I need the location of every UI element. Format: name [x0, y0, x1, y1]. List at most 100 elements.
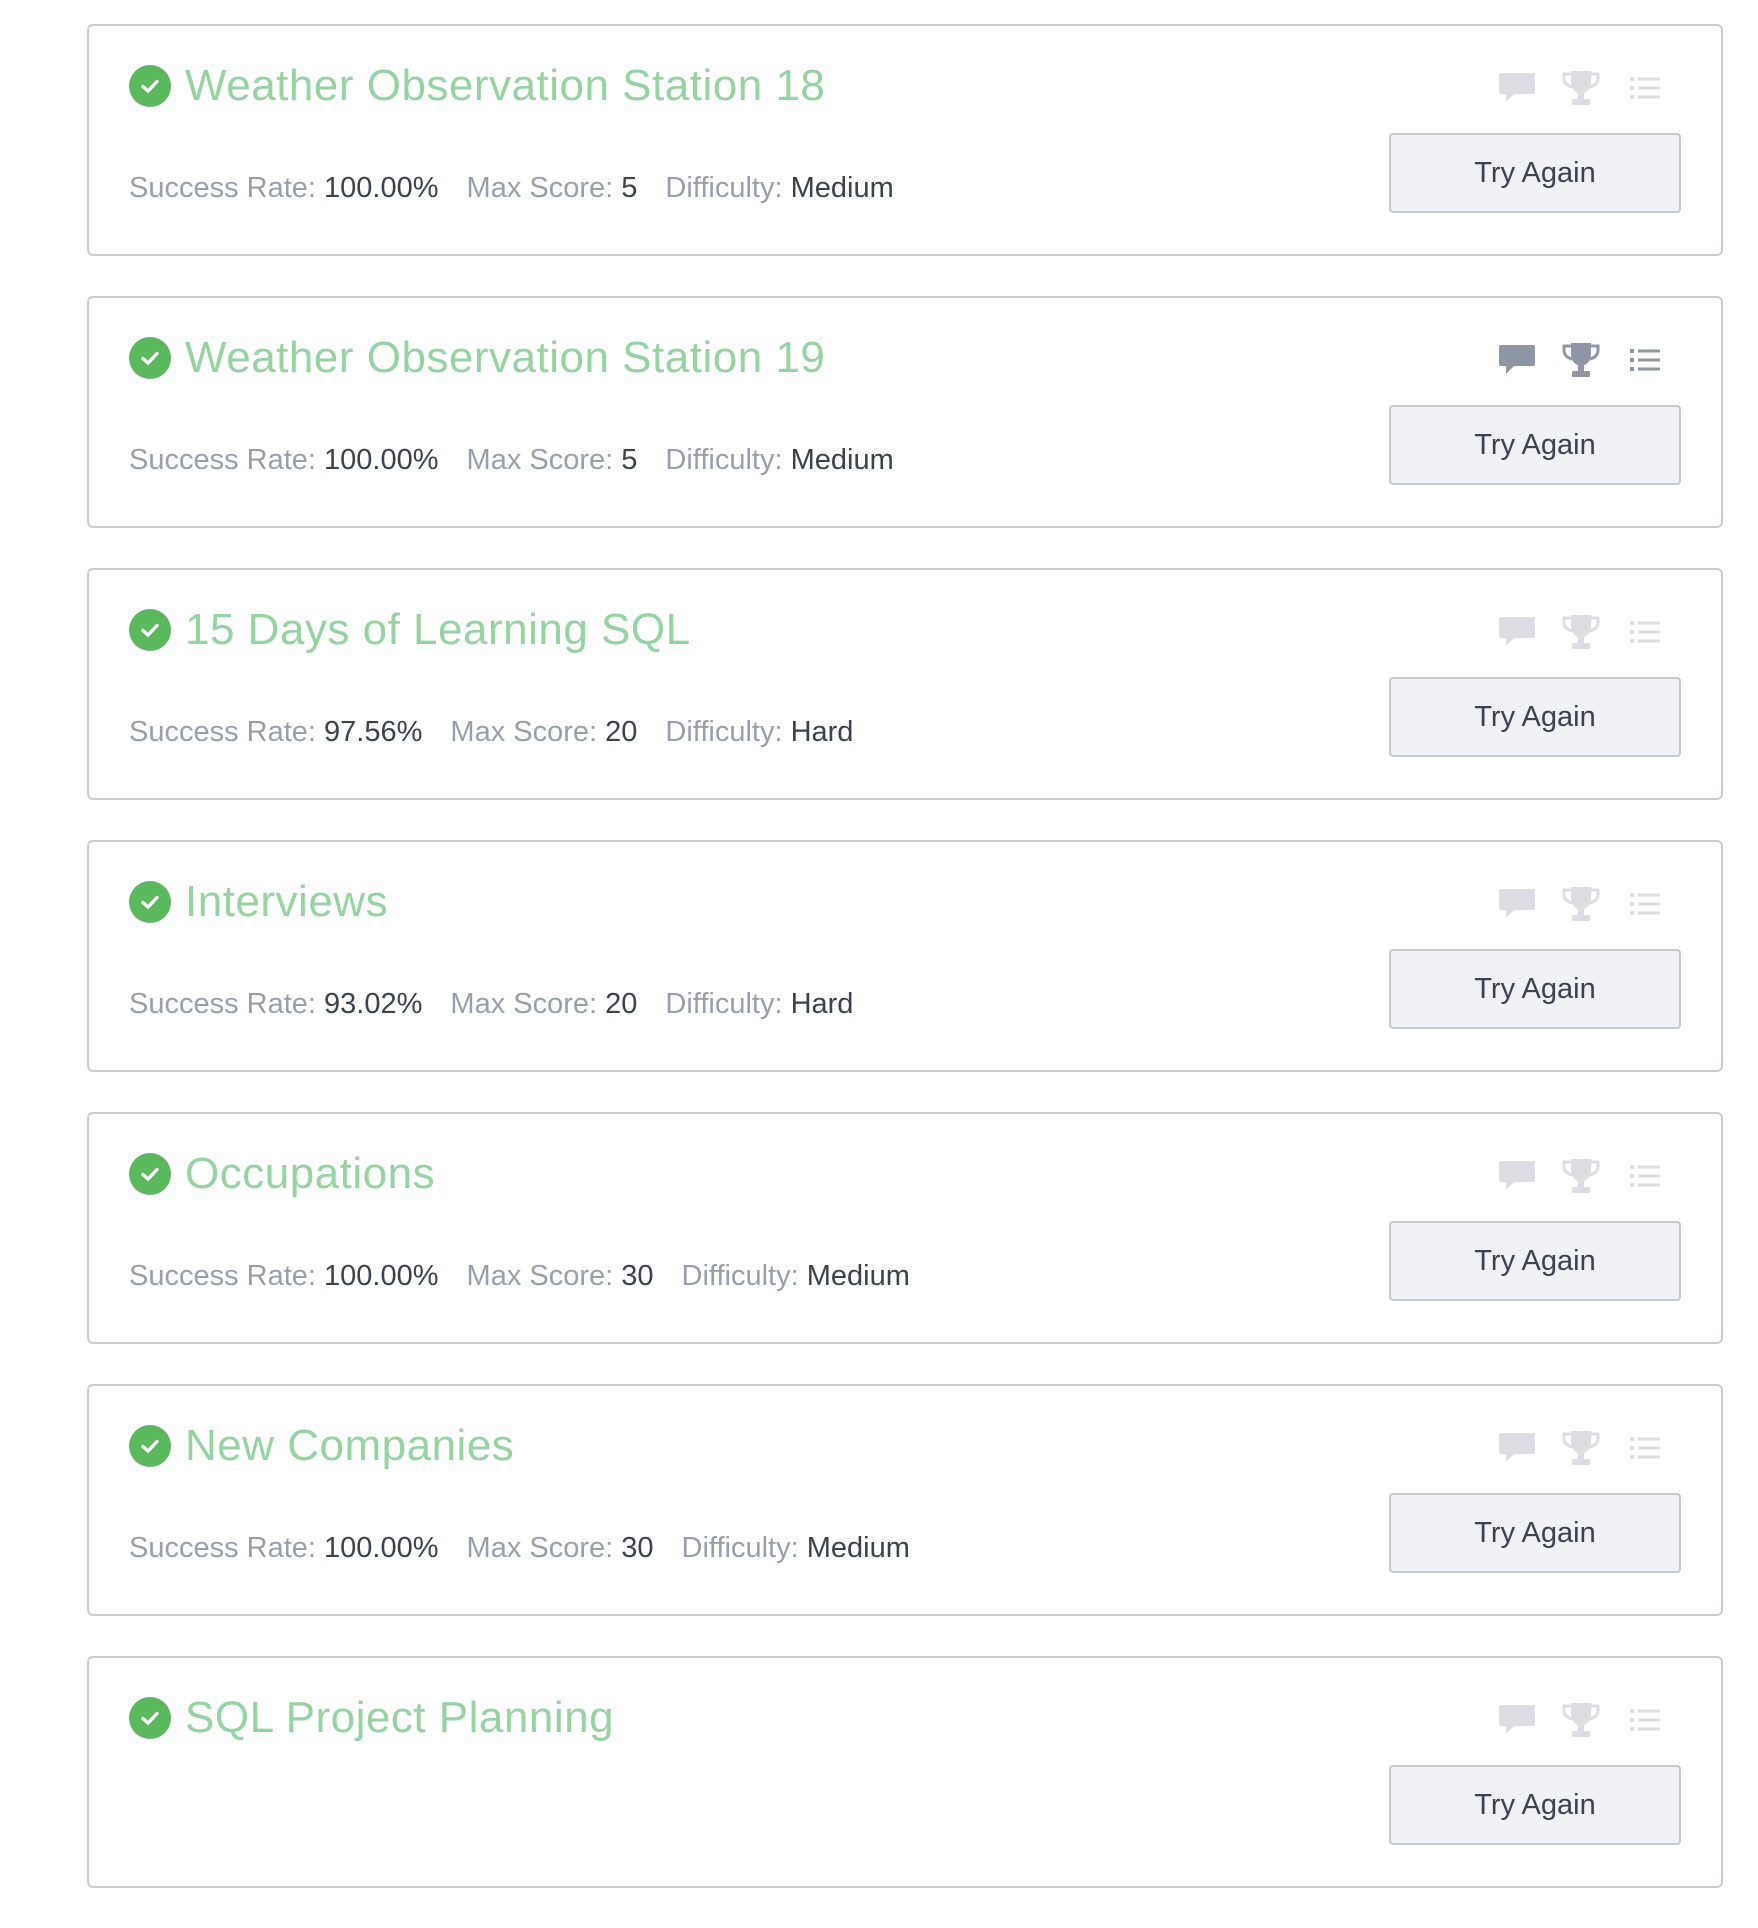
- leaderboard-trophy-icon[interactable]: [1559, 1426, 1603, 1470]
- try-again-button[interactable]: Try Again: [1389, 949, 1681, 1029]
- max-score-stat: Max Score: 30: [467, 1260, 654, 1293]
- leaderboard-trophy-icon[interactable]: [1559, 338, 1603, 382]
- success-rate-value: 100.00%: [324, 1260, 439, 1292]
- discussion-icon[interactable]: [1495, 1698, 1539, 1742]
- discussion-icon[interactable]: [1495, 1426, 1539, 1470]
- challenge-title-row: Occupations: [129, 1152, 435, 1196]
- challenge-title-link[interactable]: Weather Observation Station 18: [185, 64, 825, 108]
- try-again-button[interactable]: Try Again: [1389, 1493, 1681, 1573]
- challenge-title-link[interactable]: Interviews: [185, 880, 388, 924]
- success-rate-label: Success Rate:: [129, 172, 316, 204]
- editorial-list-icon[interactable]: [1623, 1426, 1667, 1470]
- success-rate-stat: Success Rate: 97.56%: [129, 716, 422, 749]
- leaderboard-trophy-icon[interactable]: [1559, 1698, 1603, 1742]
- try-again-button[interactable]: Try Again: [1389, 133, 1681, 213]
- success-rate-value: 100.00%: [324, 1532, 439, 1564]
- difficulty-label: Difficulty:: [665, 172, 783, 204]
- discussion-icon[interactable]: [1495, 882, 1539, 926]
- challenge-stats: Success Rate: 97.56% Max Score: 20 Diffi…: [129, 716, 881, 749]
- editorial-list-icon[interactable]: [1623, 66, 1667, 110]
- difficulty-stat: Difficulty: Medium: [665, 444, 893, 477]
- difficulty-label: Difficulty:: [681, 1532, 799, 1564]
- difficulty-value: Hard: [790, 716, 854, 748]
- leaderboard-trophy-icon[interactable]: [1559, 1154, 1603, 1198]
- max-score-value: 5: [621, 444, 638, 476]
- challenge-actions: [1475, 1698, 1667, 1742]
- editorial-list-icon[interactable]: [1623, 1154, 1667, 1198]
- max-score-value: 20: [605, 716, 638, 748]
- challenge-actions: [1475, 882, 1667, 926]
- success-rate-stat: Success Rate: 100.00%: [129, 1260, 439, 1293]
- solved-check-icon: [129, 337, 171, 379]
- challenge-stats: Success Rate: 100.00% Max Score: 30 Diff…: [129, 1532, 938, 1565]
- success-rate-label: Success Rate:: [129, 444, 316, 476]
- difficulty-value: Medium: [806, 1532, 910, 1564]
- discussion-icon[interactable]: [1495, 610, 1539, 654]
- max-score-stat: Max Score: 30: [467, 1532, 654, 1565]
- difficulty-value: Medium: [790, 172, 894, 204]
- difficulty-stat: Difficulty: Medium: [682, 1260, 910, 1293]
- challenge-title-row: SQL Project Planning: [129, 1696, 614, 1740]
- challenge-title-link[interactable]: Occupations: [185, 1152, 435, 1196]
- try-again-button[interactable]: Try Again: [1389, 405, 1681, 485]
- max-score-label: Max Score:: [450, 988, 598, 1020]
- difficulty-value: Medium: [790, 444, 894, 476]
- challenge-actions: [1475, 1426, 1667, 1470]
- max-score-stat: Max Score: 20: [450, 716, 637, 749]
- leaderboard-trophy-icon[interactable]: [1559, 66, 1603, 110]
- difficulty-stat: Difficulty: Medium: [682, 1532, 910, 1565]
- success-rate-label: Success Rate:: [129, 1260, 316, 1292]
- try-again-button[interactable]: Try Again: [1389, 1221, 1681, 1301]
- editorial-list-icon[interactable]: [1623, 882, 1667, 926]
- discussion-icon[interactable]: [1495, 66, 1539, 110]
- difficulty-label: Difficulty:: [665, 716, 783, 748]
- solved-check-icon: [129, 1153, 171, 1195]
- editorial-list-icon[interactable]: [1623, 1698, 1667, 1742]
- challenge-card: SQL Project Planning Try Again: [87, 1656, 1723, 1888]
- challenge-title-row: Weather Observation Station 18: [129, 64, 825, 108]
- challenge-actions: [1475, 338, 1667, 382]
- challenge-list: Weather Observation Station 18 Success R…: [87, 24, 1723, 1928]
- challenge-title-link[interactable]: Weather Observation Station 19: [185, 336, 825, 380]
- challenge-card: Interviews Success Rate: 93.02% Max Scor…: [87, 840, 1723, 1072]
- challenge-title-link[interactable]: New Companies: [185, 1424, 514, 1468]
- success-rate-stat: Success Rate: 93.02%: [129, 988, 422, 1021]
- max-score-value: 30: [621, 1260, 654, 1292]
- editorial-list-icon[interactable]: [1623, 610, 1667, 654]
- max-score-value: 30: [621, 1532, 654, 1564]
- discussion-icon[interactable]: [1495, 1154, 1539, 1198]
- difficulty-label: Difficulty:: [665, 988, 783, 1020]
- success-rate-label: Success Rate:: [129, 716, 316, 748]
- max-score-stat: Max Score: 5: [467, 444, 638, 477]
- leaderboard-trophy-icon[interactable]: [1559, 610, 1603, 654]
- challenge-stats: Success Rate: 100.00% Max Score: 5 Diffi…: [129, 172, 922, 205]
- challenge-title-link[interactable]: SQL Project Planning: [185, 1696, 614, 1740]
- challenge-actions: [1475, 1154, 1667, 1198]
- solved-check-icon: [129, 609, 171, 651]
- challenge-stats: Success Rate: 100.00% Max Score: 30 Diff…: [129, 1260, 938, 1293]
- challenge-title-link[interactable]: 15 Days of Learning SQL: [185, 608, 691, 652]
- difficulty-value: Medium: [806, 1260, 910, 1292]
- solved-check-icon: [129, 881, 171, 923]
- success-rate-stat: Success Rate: 100.00%: [129, 172, 439, 205]
- challenge-title-row: Weather Observation Station 19: [129, 336, 825, 380]
- solved-check-icon: [129, 1697, 171, 1739]
- solved-check-icon: [129, 65, 171, 107]
- leaderboard-trophy-icon[interactable]: [1559, 882, 1603, 926]
- discussion-icon[interactable]: [1495, 338, 1539, 382]
- success-rate-stat: Success Rate: 100.00%: [129, 1532, 439, 1565]
- max-score-label: Max Score:: [466, 444, 614, 476]
- difficulty-label: Difficulty:: [665, 444, 783, 476]
- try-again-button[interactable]: Try Again: [1389, 1765, 1681, 1845]
- challenge-title-row: 15 Days of Learning SQL: [129, 608, 691, 652]
- challenge-actions: [1475, 66, 1667, 110]
- success-rate-value: 93.02%: [324, 988, 423, 1020]
- challenge-title-row: New Companies: [129, 1424, 514, 1468]
- success-rate-value: 97.56%: [324, 716, 423, 748]
- editorial-list-icon[interactable]: [1623, 338, 1667, 382]
- try-again-button[interactable]: Try Again: [1389, 677, 1681, 757]
- success-rate-value: 100.00%: [324, 172, 439, 204]
- success-rate-value: 100.00%: [324, 444, 439, 476]
- challenge-stats: Success Rate: 100.00% Max Score: 5 Diffi…: [129, 444, 922, 477]
- difficulty-stat: Difficulty: Hard: [665, 988, 853, 1021]
